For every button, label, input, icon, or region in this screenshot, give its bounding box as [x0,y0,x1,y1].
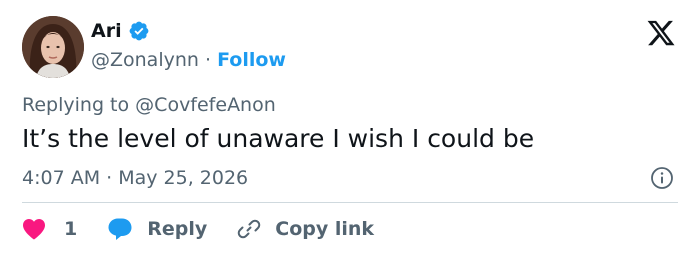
handle-separator: · [204,49,212,71]
copy-link-button[interactable]: Copy link [237,217,374,241]
verified-badge-icon [129,21,148,41]
reply-button[interactable]: Reply [107,217,207,241]
replying-to-handle[interactable]: @CovfefeAnon [135,94,276,116]
tweet-timestamp[interactable]: 4:07 AM · May 25, 2026 [22,166,248,190]
avatar-image [22,16,84,78]
divider [22,202,678,203]
like-count: 1 [64,218,78,240]
reply-bubble-icon [108,218,132,240]
like-button[interactable]: 1 [22,217,77,241]
info-icon[interactable] [650,166,674,190]
author-handle-row: @Zonalynn · Follow [91,48,286,72]
link-icon [237,219,261,239]
tweet-text: It’s the level of unaware I wish I could… [22,124,535,153]
replying-to-prefix: Replying to [22,94,130,116]
replying-to-line: Replying to @CovfefeAnon [22,93,276,117]
tweet-card: Ari @Zonalynn · Follow Replying to @Covf… [0,0,700,256]
follow-button[interactable]: Follow [217,49,286,71]
author-display-name[interactable]: Ari [91,19,122,43]
x-logo-icon[interactable] [645,18,677,48]
author-name-row: Ari [91,19,150,43]
avatar[interactable] [22,16,84,78]
heart-icon [23,219,45,240]
reply-label: Reply [147,218,208,240]
copy-link-label: Copy link [275,218,375,240]
action-bar: 1 Reply Copy link [22,216,374,242]
author-handle[interactable]: @Zonalynn [91,49,199,71]
